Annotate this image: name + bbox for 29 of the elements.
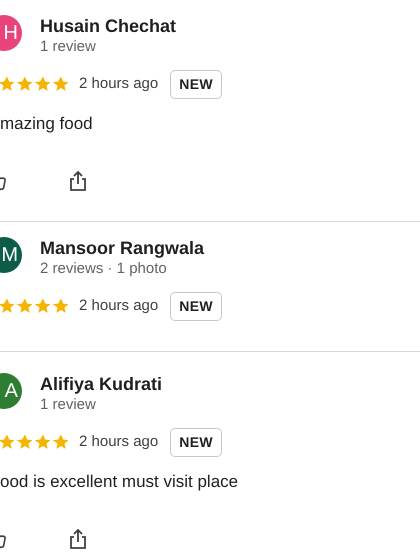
avatar-letter: H [4, 23, 18, 43]
reviewer-name[interactable]: Husain Chechat [40, 15, 176, 37]
reviewer-name[interactable]: Mansoor Rangwala [40, 237, 204, 259]
star-icon [52, 433, 70, 451]
new-badge: NEW [170, 70, 222, 98]
star-icon [52, 297, 70, 315]
review-time: 2 hours ago [79, 74, 158, 94]
star-icon [0, 433, 16, 451]
reviewer-stats: 1 review [40, 395, 97, 415]
star-icon [34, 75, 52, 93]
star-icon [16, 433, 34, 451]
star-icon [0, 75, 16, 93]
star-icon [34, 297, 52, 315]
star-icon [16, 75, 34, 93]
star-icon [34, 433, 52, 451]
new-badge: NEW [170, 292, 222, 320]
review-text: ood is excellent must visit place [0, 471, 240, 493]
reviewer-name[interactable]: Alifiya Kudrati [40, 373, 162, 395]
star-icon [16, 297, 34, 315]
review-time: 2 hours ago [79, 296, 158, 316]
avatar-letter: M [1, 245, 18, 265]
star-icon [52, 75, 70, 93]
avatar-letter: A [4, 381, 18, 401]
star-icon [0, 297, 16, 315]
new-badge: NEW [170, 428, 222, 456]
reviewer-stats: 1 review [40, 37, 97, 57]
review-text: mazing food [0, 113, 94, 135]
reviewer-stats: 2 reviews · 1 photo [40, 259, 168, 279]
review-time: 2 hours ago [79, 432, 158, 452]
